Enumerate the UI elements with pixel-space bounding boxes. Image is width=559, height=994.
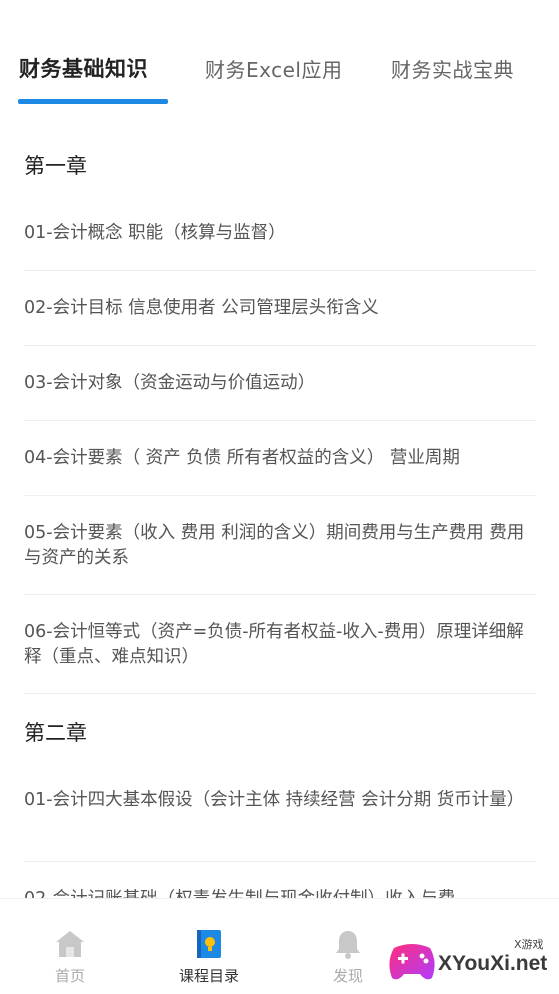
nav-course-catalog[interactable]: 课程目录 <box>159 899 259 994</box>
divider <box>24 345 536 346</box>
divider <box>24 861 536 862</box>
watermark-text: XYouXi.net <box>438 952 548 975</box>
chapter-title: 第一章 <box>24 154 87 178</box>
gamepad-icon <box>389 944 435 980</box>
home-icon <box>56 931 84 957</box>
nav-course-catalog-label: 课程目录 <box>178 967 239 985</box>
lesson-item[interactable]: 02-会计目标 信息使用者 公司管理层头衔含义 <box>24 296 536 321</box>
divider <box>24 693 536 694</box>
lesson-item[interactable]: 05-会计要素（收入 费用 利润的含义）期间费用与生产费用 费用与资产的关系 <box>24 521 536 571</box>
lesson-item[interactable]: 04-会计要素（ 资产 负债 所有者权益的含义） 营业周期 <box>24 446 536 471</box>
divider <box>24 495 536 496</box>
watermark-small-text: X游戏 <box>514 938 544 951</box>
nav-home[interactable]: 首页 <box>20 899 120 994</box>
tab-finance-basics[interactable]: 财务基础知识 <box>19 53 148 83</box>
divider <box>24 420 536 421</box>
lesson-item[interactable]: 01-会计四大基本假设（会计主体 持续经营 会计分期 货币计量） <box>24 788 536 813</box>
divider <box>24 270 536 271</box>
bell-icon <box>336 931 360 959</box>
lesson-item[interactable]: 03-会计对象（资金运动与价值运动） <box>24 371 536 396</box>
course-tab-bar: 财务基础知识 财务Excel应用 财务实战宝典 <box>0 0 559 108</box>
tab-finance-excel[interactable]: 财务Excel应用 <box>205 54 342 83</box>
watermark-logo: X游戏 XYouXi.net <box>380 930 559 994</box>
chapter-title: 第二章 <box>24 721 87 745</box>
lesson-item[interactable]: 01-会计概念 职能（核算与监督） <box>24 221 536 246</box>
active-tab-indicator <box>18 99 168 104</box>
divider <box>24 594 536 595</box>
course-catalog-icon <box>197 930 221 958</box>
lesson-item[interactable]: 06-会计恒等式（资产=负债-所有者权益-收入-费用）原理详细解释（重点、难点知… <box>24 620 536 670</box>
lesson-item[interactable]: 02-会计记账基础（权责发生制与现金收付制）收入与费 <box>24 887 536 898</box>
tab-finance-practice[interactable]: 财务实战宝典 <box>391 54 514 83</box>
nav-home-label: 首页 <box>54 967 85 985</box>
lesson-list: 第一章 01-会计概念 职能（核算与监督） 02-会计目标 信息使用者 公司管理… <box>0 108 559 898</box>
